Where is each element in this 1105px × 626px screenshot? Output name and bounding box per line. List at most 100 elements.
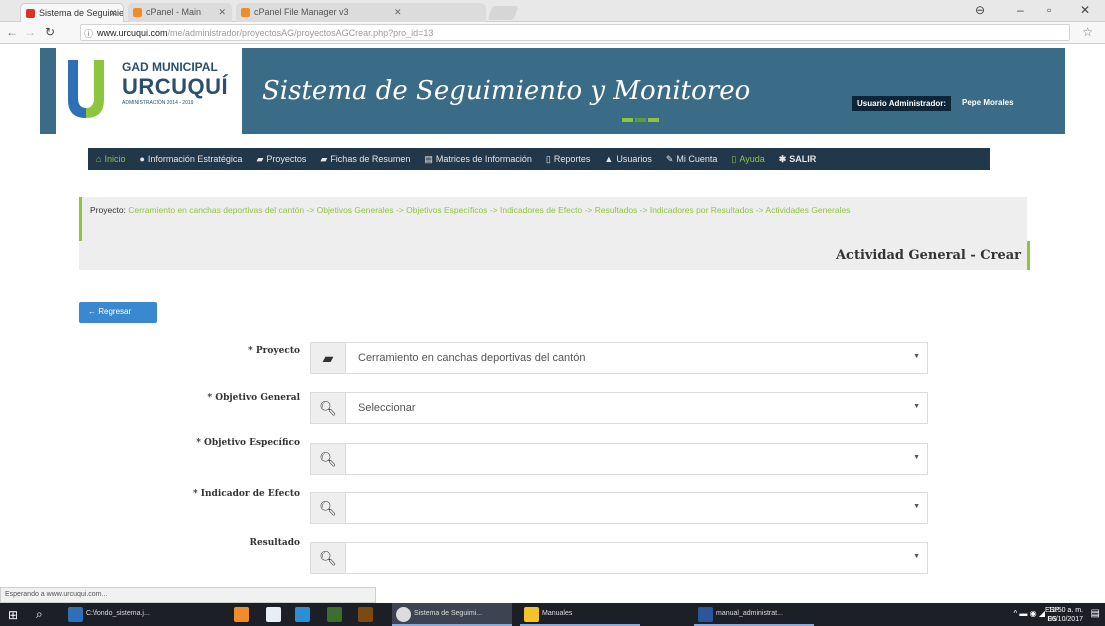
browser-tab-bar: Sistema de Seguimient ✕ cPanel - Main ✕ … xyxy=(0,0,1105,22)
label-proyecto: * Proyecto xyxy=(248,346,300,356)
close-window-icon[interactable]: ✕ xyxy=(1080,3,1090,17)
favicon-icon xyxy=(26,9,35,18)
nav-item-ayuda[interactable]: ▯ Ayuda xyxy=(731,154,764,165)
breadcrumb-separator: -> xyxy=(396,205,404,215)
minimize-icon[interactable]: – xyxy=(1017,3,1024,17)
search-icon: 🔍︎ xyxy=(310,492,346,524)
clock[interactable]: 11:50 a. m. 06/10/2017 xyxy=(1048,606,1083,624)
reload-icon[interactable]: ↻ xyxy=(45,25,55,39)
nav-item-inicio[interactable]: ⌂ Inicio xyxy=(96,154,125,164)
nav-item-mi-cuenta[interactable]: ✎ Mi Cuenta xyxy=(666,154,718,165)
app-icon[interactable] xyxy=(295,607,310,622)
search-icon: 🔍︎ xyxy=(310,443,346,475)
caret-down-icon: ▼ xyxy=(913,403,920,410)
search-icon: 🔍︎ xyxy=(310,392,346,424)
notifications-icon[interactable]: ▤ xyxy=(1091,608,1100,619)
file-icon: ▯ xyxy=(545,153,551,164)
tab-close-icon[interactable]: ✕ xyxy=(109,8,117,19)
url-input[interactable]: ⓘ www.urcuqui.com/me/administrador/proye… xyxy=(80,24,1070,41)
breadcrumb-item[interactable]: Objetivos Específicos xyxy=(406,205,487,215)
caret-down-icon: ▼ xyxy=(913,454,920,461)
breadcrumb-item[interactable]: Cerramiento en canchas deportivas del ca… xyxy=(128,205,304,215)
taskbar-item-photoshop[interactable]: C:\fondo_sistema.j... xyxy=(64,603,184,626)
book-icon: ▰ xyxy=(320,153,328,164)
gear-icon: ✱ xyxy=(778,153,787,164)
forward-arrow-icon[interactable]: → xyxy=(24,25,36,39)
maximize-icon[interactable]: ▫ xyxy=(1047,3,1051,17)
breadcrumb-item[interactable]: Resultados xyxy=(595,205,638,215)
nav-item-usuarios[interactable]: ▲ Usuarios xyxy=(604,154,651,164)
tab-close-icon[interactable]: ✕ xyxy=(218,7,226,18)
pencil-icon: ✎ xyxy=(665,153,674,164)
tab-close-icon[interactable]: ✕ xyxy=(394,7,402,18)
windows-start-icon[interactable]: ⊞ xyxy=(8,608,18,622)
site-title: Sistema de Seguimiento y Monitoreo xyxy=(262,76,751,106)
page-title: Actividad General - Crear xyxy=(79,241,1030,270)
profile-icon[interactable]: ⊖ xyxy=(975,3,985,17)
select-value[interactable] xyxy=(346,492,928,524)
objetivo-general-select[interactable]: 🔍︎ Seleccionar ▼ xyxy=(310,392,928,424)
nav-item-fichas-de-resumen[interactable]: ▰ Fichas de Resumen xyxy=(320,154,410,165)
bookmark-star-icon[interactable]: ☆ xyxy=(1082,25,1093,39)
info-icon: ● xyxy=(139,154,145,164)
info-icon: ⓘ xyxy=(84,29,94,39)
favicon-icon xyxy=(133,8,142,17)
nav-item-informacion-estrategica[interactable]: ● Información Estratégica xyxy=(139,154,242,164)
breadcrumb: Proyecto: Cerramiento en canchas deporti… xyxy=(79,197,1027,241)
folder-icon xyxy=(524,607,539,622)
taskbar-item-explorer[interactable]: Manuales xyxy=(520,603,640,626)
breadcrumb-item[interactable]: Indicadores por Resultados xyxy=(650,205,753,215)
photoshop-icon xyxy=(68,607,83,622)
decorative-bars xyxy=(622,113,661,125)
nav-item-proyectos[interactable]: ▰ Proyectos xyxy=(256,154,306,165)
back-arrow-icon[interactable]: ← xyxy=(6,25,18,39)
new-tab-button[interactable] xyxy=(487,6,519,20)
breadcrumb-separator: -> xyxy=(489,205,498,215)
chrome-icon xyxy=(396,607,411,622)
browser-tab-active[interactable]: Sistema de Seguimient ✕ xyxy=(20,3,124,22)
app-icon[interactable] xyxy=(234,607,249,622)
dreamweaver-icon[interactable] xyxy=(327,607,342,622)
user-role-badge: Usuario Administrador: xyxy=(852,96,952,111)
browser-tab-cpanel[interactable]: cPanel - Main ✕ xyxy=(128,3,232,22)
label-indicador-de-efecto: * Indicador de Efecto xyxy=(192,489,300,499)
system-tray-icons[interactable]: ^ ▬ ◉ ◢ xyxy=(1013,609,1045,618)
illustrator-icon[interactable] xyxy=(358,607,373,622)
table-icon: ▤ xyxy=(424,153,433,164)
select-value[interactable] xyxy=(346,443,928,475)
help-icon: ▯ xyxy=(731,153,737,164)
breadcrumb-separator: -> xyxy=(306,205,315,215)
user-icon: ▲ xyxy=(604,154,614,164)
caret-down-icon: ▼ xyxy=(913,503,920,510)
select-value[interactable]: Cerramiento en canchas deportivas del ca… xyxy=(346,342,928,374)
proyecto-select[interactable]: ▰ Cerramiento en canchas deportivas del … xyxy=(310,342,928,374)
objetivo-especifico-select[interactable]: 🔍︎ ▼ xyxy=(310,443,928,475)
favicon-icon xyxy=(241,8,250,17)
resultado-select[interactable]: 🔍︎ ▼ xyxy=(310,542,928,574)
nav-item-salir[interactable]: ✱ SALIR xyxy=(779,154,817,165)
indicador-de-efecto-select[interactable]: 🔍︎ ▼ xyxy=(310,492,928,524)
breadcrumb-item[interactable]: Objetivos Generales xyxy=(317,205,394,215)
book-icon: ▰ xyxy=(310,342,346,374)
sri-icon[interactable] xyxy=(266,607,281,622)
breadcrumb-item[interactable]: Indicadores de Efecto xyxy=(500,205,582,215)
book-icon: ▰ xyxy=(256,153,264,164)
nav-item-reportes[interactable]: ▯ Reportes xyxy=(546,154,590,165)
search-icon[interactable]: ⌕ xyxy=(36,607,43,622)
browser-tab-file-manager[interactable]: cPanel File Manager v3 ✕ xyxy=(236,3,486,22)
user-name[interactable]: Pepe Morales xyxy=(962,98,1014,107)
caret-down-icon: ▼ xyxy=(913,553,920,560)
taskbar-item-word[interactable]: manual_administrat... xyxy=(694,603,814,626)
home-icon: ⌂ xyxy=(96,154,102,164)
select-value[interactable] xyxy=(346,542,928,574)
logo-line-1: GAD MUNICIPAL xyxy=(122,60,218,74)
back-button[interactable]: ← Regresar xyxy=(79,302,157,323)
label-objetivo-especifico: * Objetivo Específico xyxy=(196,438,300,448)
breadcrumb-item[interactable]: Actividades Generales xyxy=(765,205,850,215)
taskbar-item-chrome[interactable]: Sistema de Seguimi... xyxy=(392,603,512,626)
nav-item-matrices[interactable]: ▤ Matrices de Información xyxy=(424,154,532,165)
logo-line-2: URCUQUÍ xyxy=(122,74,229,99)
search-icon: 🔍︎ xyxy=(310,542,346,574)
breadcrumb-separator: -> xyxy=(639,205,648,215)
select-value[interactable]: Seleccionar xyxy=(346,392,928,424)
